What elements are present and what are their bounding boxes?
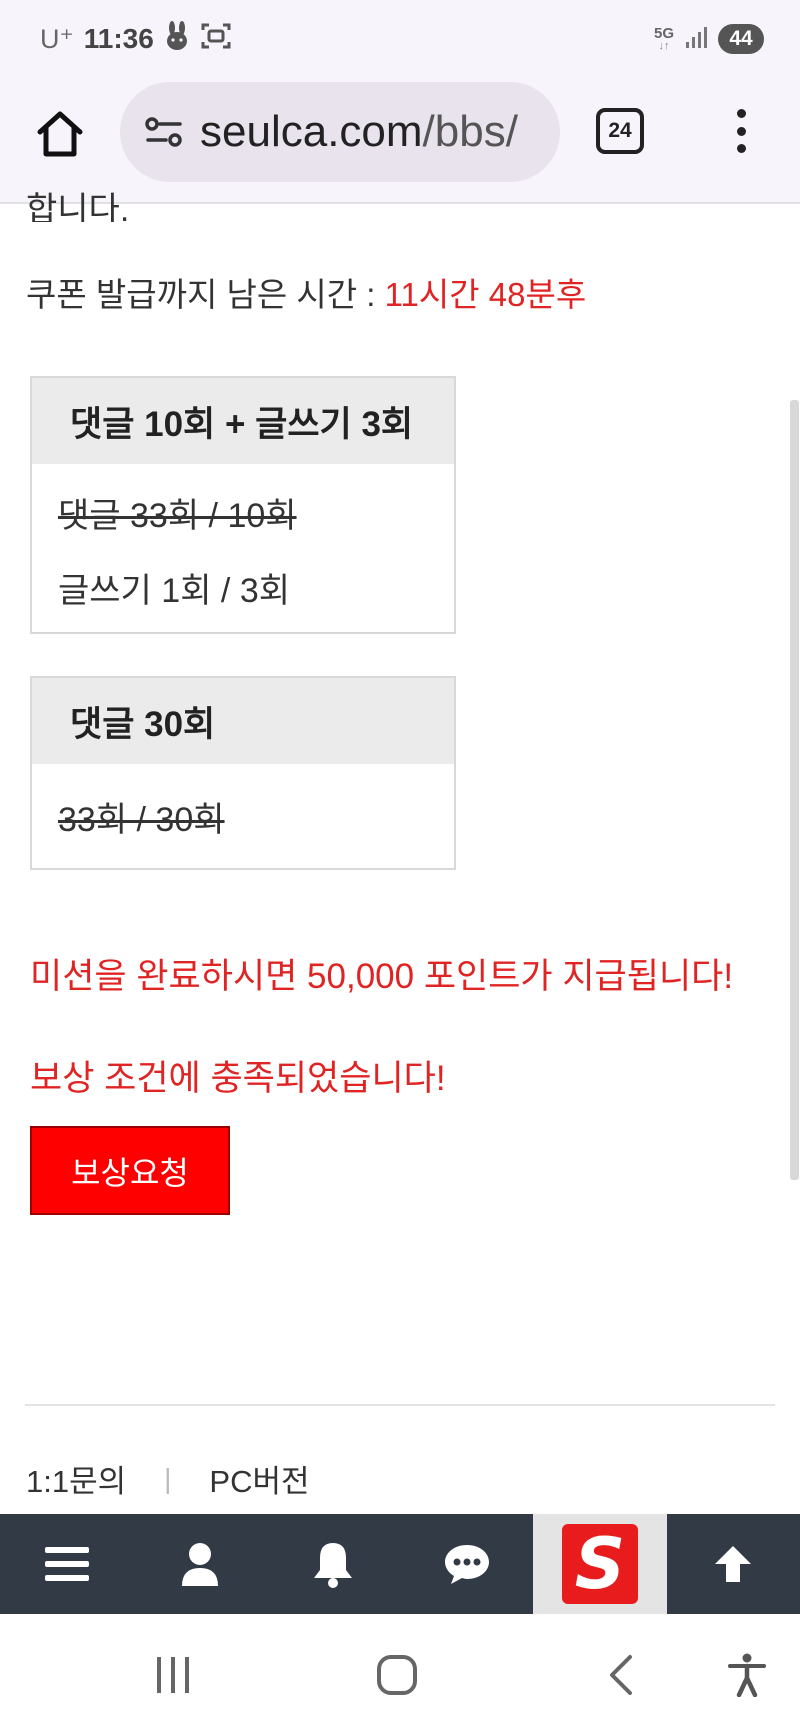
mission-title: 댓글 10회 + 글쓰기 3회 xyxy=(32,378,454,464)
inquiry-link[interactable]: 1:1문의 xyxy=(26,1456,126,1501)
nav-menu-button[interactable] xyxy=(0,1514,133,1614)
rabbit-icon xyxy=(164,20,190,58)
footer-separator: | xyxy=(164,1462,172,1494)
mission-progress-text: 33회 / 30회 xyxy=(58,800,225,839)
clock: 11:36 xyxy=(83,23,154,54)
mission-progress-row: 33회 / 30회 xyxy=(32,764,454,868)
accessibility-icon xyxy=(728,1653,766,1697)
home-icon xyxy=(37,111,83,157)
back-icon xyxy=(610,1655,632,1695)
url-path: /bbs/ xyxy=(422,107,518,156)
footer-links: 1:1문의 | PC버전 xyxy=(26,1456,310,1501)
url-text[interactable]: seulca.com/bbs/ xyxy=(200,107,540,157)
site-logo: S xyxy=(561,1523,638,1605)
status-right: 5G ↓↑ 44 xyxy=(654,20,764,58)
signal-icon xyxy=(684,25,708,54)
mission-progress-row: 댓글 33회 / 10회 xyxy=(32,464,454,552)
site-settings-icon[interactable] xyxy=(142,110,186,154)
nav-home-logo-button[interactable]: S xyxy=(533,1514,667,1614)
nav-scroll-top-button[interactable] xyxy=(667,1514,800,1614)
arrow-up-icon xyxy=(715,1546,752,1582)
system-nav-bar xyxy=(0,1614,800,1734)
screenshot-icon xyxy=(200,21,232,58)
url-host: seulca.com xyxy=(200,107,423,156)
mission-progress-row: 글쓰기 1회 / 3회 xyxy=(32,552,454,632)
coupon-time: 11시간 48분후 xyxy=(384,276,587,313)
nav-notification-button[interactable] xyxy=(267,1514,400,1614)
coupon-label: 쿠폰 발급까지 남은 시간 : xyxy=(26,276,385,313)
mission-card-1: 댓글 10회 + 글쓰기 3회 댓글 33회 / 10회 글쓰기 1회 / 3회 xyxy=(30,376,456,634)
bell-icon xyxy=(314,1543,353,1588)
footer-divider xyxy=(25,1404,775,1406)
coupon-countdown: 쿠폰 발급까지 남은 시간 : 11시간 48분후 xyxy=(26,268,586,316)
chat-icon xyxy=(444,1545,489,1584)
hamburger-menu-icon xyxy=(44,1547,89,1581)
reward-request-button[interactable]: 보상요청 xyxy=(30,1126,230,1215)
browser-menu-button[interactable] xyxy=(726,106,756,156)
home-button[interactable] xyxy=(30,104,90,164)
clipped-text: 합니다. xyxy=(26,191,130,222)
nav-user-button[interactable] xyxy=(133,1514,266,1614)
pc-version-link[interactable]: PC버전 xyxy=(209,1456,309,1501)
mission-progress-text: 글쓰기 1회 / 3회 xyxy=(58,571,291,610)
dot xyxy=(736,109,746,118)
tab-switcher-button[interactable]: 24 xyxy=(596,108,644,154)
nav-chat-button[interactable] xyxy=(400,1514,533,1614)
network-5g-icon: 5G ↓↑ xyxy=(653,25,674,52)
scrollbar[interactable] xyxy=(790,400,799,1180)
accessibility-button[interactable] xyxy=(712,1640,782,1710)
dot xyxy=(736,144,746,153)
status-left: U⁺ 11:36 xyxy=(40,20,232,58)
recent-apps-icon xyxy=(157,1657,189,1693)
condition-notice: 보상 조건에 충족되었습니다! xyxy=(30,1059,446,1098)
status-bar: U⁺ 11:36 5G ↓↑ 44 xyxy=(0,0,800,78)
carrier-label: U⁺ xyxy=(40,23,74,54)
mission-title: 댓글 30회 xyxy=(32,678,454,764)
dot xyxy=(736,126,746,136)
home-nav-button[interactable] xyxy=(362,1640,432,1710)
reward-notice: 미션을 완료하시면 50,000 포인트가 지급됩니다! xyxy=(30,957,734,996)
user-icon xyxy=(181,1543,218,1586)
recent-apps-button[interactable] xyxy=(138,1640,208,1710)
home-circle-icon xyxy=(377,1655,417,1695)
battery-indicator: 44 xyxy=(718,24,764,54)
mission-progress-text: 댓글 33회 / 10회 xyxy=(58,496,297,535)
bottom-nav: S xyxy=(0,1514,800,1614)
url-bar[interactable]: seulca.com/bbs/ xyxy=(120,82,560,182)
mission-card-2: 댓글 30회 33회 / 30회 xyxy=(30,676,456,870)
back-button[interactable] xyxy=(586,1640,656,1710)
